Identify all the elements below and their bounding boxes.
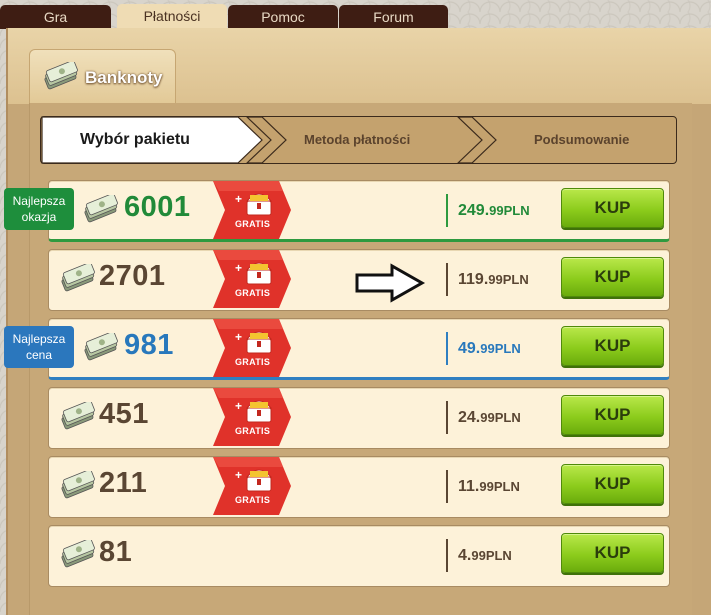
package-amount: 211 — [99, 467, 148, 499]
buy-button[interactable]: KUP — [561, 395, 664, 435]
price-divider — [446, 332, 448, 365]
buy-button[interactable]: KUP — [561, 188, 664, 228]
price-currency: PLN — [494, 410, 521, 425]
banknotes-icon — [84, 195, 118, 223]
treasure-chest-icon — [245, 331, 273, 354]
arrow-right-icon — [355, 263, 426, 303]
price-decimal: 99 — [480, 410, 495, 425]
gratis-ribbon — [213, 457, 291, 515]
treasure-chest-icon — [245, 262, 273, 285]
price-integer: 119. — [458, 271, 489, 288]
step-package-selection: Wybór pakietu — [80, 131, 190, 148]
tab-forum[interactable]: Forum — [339, 5, 448, 29]
gratis-plus: + — [235, 330, 243, 344]
banknotes-icon — [61, 264, 95, 292]
gratis-label: GRATIS — [235, 357, 271, 367]
package-price: 49.99PLN — [458, 340, 521, 358]
tab-platnosci[interactable]: Płatności — [117, 4, 227, 30]
package-price: 4.99PLN — [458, 547, 512, 565]
price-integer: 4. — [458, 547, 472, 564]
gratis-plus: + — [235, 192, 243, 206]
price-currency: PLN — [494, 341, 521, 356]
price-currency: PLN — [502, 272, 529, 287]
package-amount: 451 — [99, 398, 149, 430]
price-currency: PLN — [503, 203, 530, 218]
gratis-ribbon — [213, 250, 291, 308]
step-payment-method: Metoda płatności — [304, 132, 411, 147]
step-summary: Podsumowanie — [534, 132, 630, 147]
price-divider — [446, 470, 448, 503]
package-row: 211 + GRATIS 11.99PLN KUP — [48, 456, 670, 518]
gratis-label: GRATIS — [235, 288, 271, 298]
tab-gra[interactable]: Gra — [0, 5, 111, 29]
banknotes-icon — [84, 333, 118, 361]
price-integer: 24. — [458, 409, 481, 426]
banknotes-icon — [61, 402, 95, 430]
price-decimal: 99 — [480, 341, 495, 356]
section-tab-banknotes[interactable]: Banknoty — [29, 49, 176, 103]
gratis-bonus-badge[interactable]: + GRATIS — [211, 319, 293, 377]
package-row: 81 4.99PLN KUP — [48, 525, 670, 587]
gratis-ribbon — [213, 388, 291, 446]
gratis-label: GRATIS — [235, 426, 271, 436]
package-price: 24.99PLN — [458, 409, 521, 427]
gratis-label: GRATIS — [235, 219, 271, 229]
price-currency: PLN — [493, 479, 520, 494]
best-deal-badge: Najlepsza okazja — [4, 188, 74, 230]
treasure-chest-icon — [245, 400, 273, 423]
price-decimal: 99 — [488, 272, 503, 287]
tab-pomoc[interactable]: Pomoc — [228, 5, 338, 29]
package-amount: 981 — [124, 329, 174, 361]
top-navigation: Gra Płatności Pomoc Forum — [0, 0, 711, 30]
gratis-bonus-badge[interactable]: + GRATIS — [211, 181, 293, 239]
banknotes-icon — [61, 540, 95, 568]
gratis-plus: + — [235, 399, 243, 413]
package-amount: 6001 — [124, 191, 191, 223]
price-decimal: 99 — [479, 479, 494, 494]
gratis-bonus-badge[interactable]: + GRATIS — [211, 250, 293, 308]
price-integer: 11. — [458, 478, 480, 495]
treasure-chest-icon — [245, 469, 273, 492]
price-integer: 49. — [458, 340, 481, 357]
price-divider — [446, 401, 448, 434]
package-price: 249.99PLN — [458, 202, 530, 220]
gratis-label: GRATIS — [235, 495, 271, 505]
buy-button[interactable]: KUP — [561, 464, 664, 504]
price-integer: 249. — [458, 202, 490, 219]
checkout-steps: Wybór pakietu Metoda płatności Podsumowa… — [40, 116, 684, 164]
package-amount: 81 — [99, 536, 133, 568]
best-price-badge: Najlepsza cena — [4, 326, 74, 368]
price-decimal: 99 — [471, 548, 486, 563]
buy-button[interactable]: KUP — [561, 257, 664, 297]
price-currency: PLN — [485, 548, 512, 563]
package-row: 451 + GRATIS 24.99PLN KUP — [48, 387, 670, 449]
banknotes-icon — [61, 471, 95, 499]
banknotes-icon — [44, 62, 78, 90]
package-row: 6001 + GRATIS 249.99PLN KUP — [48, 180, 670, 242]
buy-button[interactable]: KUP — [561, 533, 664, 573]
price-divider — [446, 263, 448, 296]
buy-button[interactable]: KUP — [561, 326, 664, 366]
best-deal-line2: okazja — [21, 210, 57, 224]
price-divider — [446, 539, 448, 572]
package-price: 11.99PLN — [458, 478, 520, 496]
gratis-bonus-badge[interactable]: + GRATIS — [211, 388, 293, 446]
section-title: Banknoty — [85, 68, 163, 87]
gratis-plus: + — [235, 261, 243, 275]
price-divider — [446, 194, 448, 227]
gratis-plus: + — [235, 468, 243, 482]
best-deal-line1: Najlepsza — [12, 194, 66, 208]
price-decimal: 99 — [489, 203, 504, 218]
package-row: 981 + GRATIS 49.99PLN KUP — [48, 318, 670, 380]
gratis-ribbon — [213, 319, 291, 377]
best-price-line1: Najlepsza — [12, 332, 66, 346]
package-amount: 2701 — [99, 260, 166, 292]
best-price-line2: cena — [25, 348, 53, 362]
gratis-ribbon — [213, 181, 291, 239]
treasure-chest-icon — [245, 193, 273, 216]
package-price: 119.99PLN — [458, 271, 529, 289]
gratis-bonus-badge[interactable]: + GRATIS — [211, 457, 293, 515]
